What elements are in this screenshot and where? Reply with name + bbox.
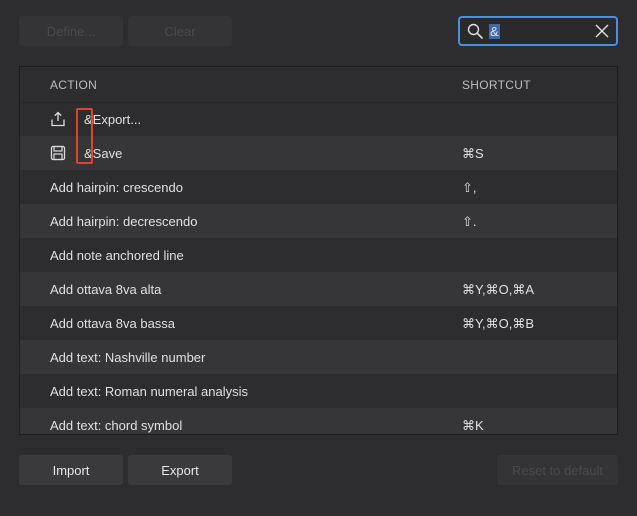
column-header-shortcut[interactable]: SHORTCUT <box>462 78 531 92</box>
shortcuts-preferences: Define... Clear & ACTION SHORTCUT &Expor… <box>0 0 637 516</box>
column-header-action[interactable]: ACTION <box>50 78 97 92</box>
row-action: Add ottava 8va bassa <box>50 316 176 331</box>
table-row[interactable]: Add ottava 8va alta ⌘Y,⌘O,⌘A <box>20 272 617 306</box>
row-action: Add note anchored line <box>50 248 184 263</box>
table-body: &Export... &Save ⌘S Add hairpin: crescen… <box>20 102 617 434</box>
row-action: Add hairpin: decrescendo <box>50 214 198 229</box>
row-action: Add text: chord symbol <box>50 418 183 433</box>
table-row[interactable]: &Save ⌘S <box>20 136 617 170</box>
search-icon <box>467 23 483 39</box>
row-shortcut: ⌘Y,⌘O,⌘B <box>462 316 535 331</box>
table-row[interactable]: Add ottava 8va bassa ⌘Y,⌘O,⌘B <box>20 306 617 340</box>
row-action: &Export... <box>84 112 142 127</box>
row-action: Add hairpin: crescendo <box>50 180 183 195</box>
save-icon <box>50 145 66 161</box>
row-action: Add ottava 8va alta <box>50 282 162 297</box>
close-icon[interactable] <box>595 24 609 38</box>
row-action: &Save <box>84 146 123 161</box>
import-button[interactable]: Import <box>19 455 123 485</box>
reset-to-default-button[interactable]: Reset to default <box>497 455 618 485</box>
export-button[interactable]: Export <box>128 455 232 485</box>
table-row[interactable]: Add text: Nashville number <box>20 340 617 374</box>
table-row[interactable]: Add hairpin: decrescendo ⇧. <box>20 204 617 238</box>
clear-button[interactable]: Clear <box>128 16 232 46</box>
table-header: ACTION SHORTCUT <box>20 67 617 103</box>
table-row[interactable]: Add text: chord symbol ⌘K <box>20 408 617 434</box>
table-row[interactable]: Add hairpin: crescendo ⇧, <box>20 170 617 204</box>
export-icon <box>51 111 65 127</box>
define-button[interactable]: Define... <box>19 16 123 46</box>
row-shortcut: ⇧. <box>462 214 477 229</box>
table-row[interactable]: Add text: Roman numeral analysis <box>20 374 617 408</box>
row-shortcut: ⌘Y,⌘O,⌘A <box>462 282 535 297</box>
row-shortcut: ⇧, <box>462 180 477 195</box>
row-shortcut: ⌘K <box>462 418 484 433</box>
table-row[interactable]: &Export... <box>20 102 617 136</box>
row-action: Add text: Roman numeral analysis <box>50 384 248 399</box>
search-value: & <box>489 23 500 39</box>
table-row[interactable]: Add note anchored line <box>20 238 617 272</box>
shortcuts-table: ACTION SHORTCUT &Export... &Save ⌘S Add … <box>19 66 618 435</box>
row-action: Add text: Nashville number <box>50 350 206 365</box>
search-input[interactable]: & <box>458 16 618 46</box>
row-shortcut: ⌘S <box>462 146 484 161</box>
